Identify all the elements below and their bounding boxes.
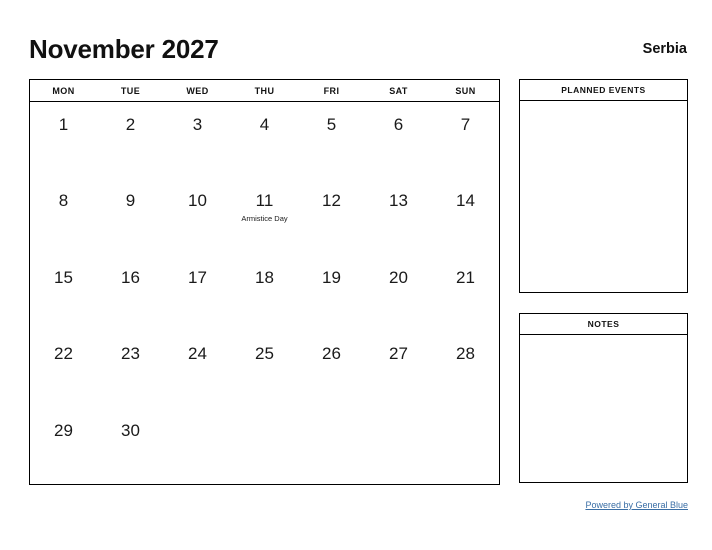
day-number: 12 xyxy=(322,191,341,211)
day-number: 4 xyxy=(259,115,270,134)
day-cell[interactable]: 20 xyxy=(365,255,432,331)
weekday-header-wed: WED xyxy=(186,85,209,96)
day-number: 20 xyxy=(389,267,408,287)
day-cell[interactable]: 10 xyxy=(164,178,231,254)
planned-events-body[interactable] xyxy=(520,101,687,292)
day-number: 7 xyxy=(460,115,471,134)
day-cell[interactable]: 22 xyxy=(30,331,97,407)
day-number: 9 xyxy=(125,191,136,211)
day-cell[interactable]: 6 xyxy=(365,102,432,178)
page-title: November 2027 xyxy=(29,34,219,64)
day-cell[interactable]: 27 xyxy=(365,331,432,407)
day-cell[interactable]: 3 xyxy=(164,102,231,178)
day-cell[interactable]: 9 xyxy=(97,178,164,254)
day-number: 23 xyxy=(121,344,140,364)
day-cell[interactable]: 4 xyxy=(231,102,298,178)
day-cell[interactable]: 1 xyxy=(30,102,97,178)
day-cell[interactable]: 13 xyxy=(365,178,432,254)
day-cell-empty xyxy=(298,408,365,484)
footer: Powered by General Blue xyxy=(519,495,688,513)
weekday-header-fri: FRI xyxy=(323,85,340,96)
day-number: 3 xyxy=(192,115,203,134)
calendar-week-row: 29 30 xyxy=(30,408,499,484)
day-cell[interactable]: 30 xyxy=(97,408,164,484)
calendar-weeks: 1 2 3 4 5 6 7 8 9 10 11 Armistice Day 12 13 14 15 16 17 18… xyxy=(30,102,499,484)
day-cell[interactable]: 8 xyxy=(30,178,97,254)
day-cell[interactable]: 28 xyxy=(432,331,499,407)
calendar-week-row: 15 16 17 18 19 20 21 xyxy=(30,255,499,331)
day-cell[interactable]: 24 xyxy=(164,331,231,407)
day-cell[interactable]: 5 xyxy=(298,102,365,178)
notes-body[interactable] xyxy=(520,335,687,482)
day-number: 21 xyxy=(456,267,475,287)
notes-panel: NOTES xyxy=(519,313,688,483)
day-cell-empty xyxy=(231,408,298,484)
day-cell[interactable]: 23 xyxy=(97,331,164,407)
day-number: 15 xyxy=(54,267,73,287)
day-number: 29 xyxy=(54,420,73,440)
weekday-header-row: MON TUE WED THU FRI SAT SUN xyxy=(30,80,499,102)
day-cell-empty xyxy=(365,408,432,484)
weekday-header-tue: TUE xyxy=(120,85,141,96)
day-number: 2 xyxy=(125,115,136,134)
notes-title: NOTES xyxy=(520,314,687,335)
day-number: 1 xyxy=(58,115,69,134)
day-number: 27 xyxy=(389,344,408,364)
weekday-header-thu: THU xyxy=(254,85,275,96)
planned-events-panel: PLANNED EVENTS xyxy=(519,79,688,293)
day-cell[interactable]: 17 xyxy=(164,255,231,331)
day-number: 26 xyxy=(322,344,341,364)
day-number: 10 xyxy=(188,191,207,211)
day-cell[interactable]: 16 xyxy=(97,255,164,331)
day-cell[interactable]: 12 xyxy=(298,178,365,254)
weekday-header-sun: SUN xyxy=(455,85,476,96)
page-header: November 2027 Serbia xyxy=(29,28,688,70)
day-number: 24 xyxy=(188,344,207,364)
day-cell[interactable]: 7 xyxy=(432,102,499,178)
day-cell-empty xyxy=(432,408,499,484)
day-number: 17 xyxy=(188,267,207,287)
day-cell[interactable]: 14 xyxy=(432,178,499,254)
weekday-header-mon: MON xyxy=(52,85,75,96)
day-number: 14 xyxy=(456,191,475,211)
day-number: 16 xyxy=(121,267,140,287)
day-event-label: Armistice Day xyxy=(241,214,288,224)
day-number: 6 xyxy=(393,115,404,134)
day-cell[interactable]: 25 xyxy=(231,331,298,407)
weekday-header-sat: SAT xyxy=(389,85,408,96)
day-number: 22 xyxy=(54,344,73,364)
day-cell[interactable]: 21 xyxy=(432,255,499,331)
day-number: 25 xyxy=(255,344,274,364)
calendar-week-row: 1 2 3 4 5 6 7 xyxy=(30,102,499,178)
day-cell-empty xyxy=(164,408,231,484)
calendar-grid: MON TUE WED THU FRI SAT SUN 1 2 3 4 5 6 7 8 9 10 11 Armis… xyxy=(29,79,500,485)
planned-events-title: PLANNED EVENTS xyxy=(520,80,687,101)
day-cell[interactable]: 2 xyxy=(97,102,164,178)
day-number: 11 xyxy=(255,191,274,211)
day-cell[interactable]: 11 Armistice Day xyxy=(231,178,298,254)
day-cell[interactable]: 26 xyxy=(298,331,365,407)
day-number: 18 xyxy=(255,267,274,287)
day-number: 13 xyxy=(389,191,408,211)
day-cell[interactable]: 18 xyxy=(231,255,298,331)
day-number: 28 xyxy=(456,344,475,364)
calendar-week-row: 22 23 24 25 26 27 28 xyxy=(30,331,499,407)
country-label: Serbia xyxy=(642,40,687,57)
calendar-week-row: 8 9 10 11 Armistice Day 12 13 14 xyxy=(30,178,499,254)
day-number: 19 xyxy=(322,267,341,287)
day-cell[interactable]: 19 xyxy=(298,255,365,331)
day-number: 5 xyxy=(326,115,337,134)
powered-by-link[interactable]: Powered by General Blue xyxy=(585,500,688,510)
day-cell[interactable]: 29 xyxy=(30,408,97,484)
day-number: 8 xyxy=(58,191,69,211)
day-cell[interactable]: 15 xyxy=(30,255,97,331)
day-number: 30 xyxy=(121,420,140,440)
